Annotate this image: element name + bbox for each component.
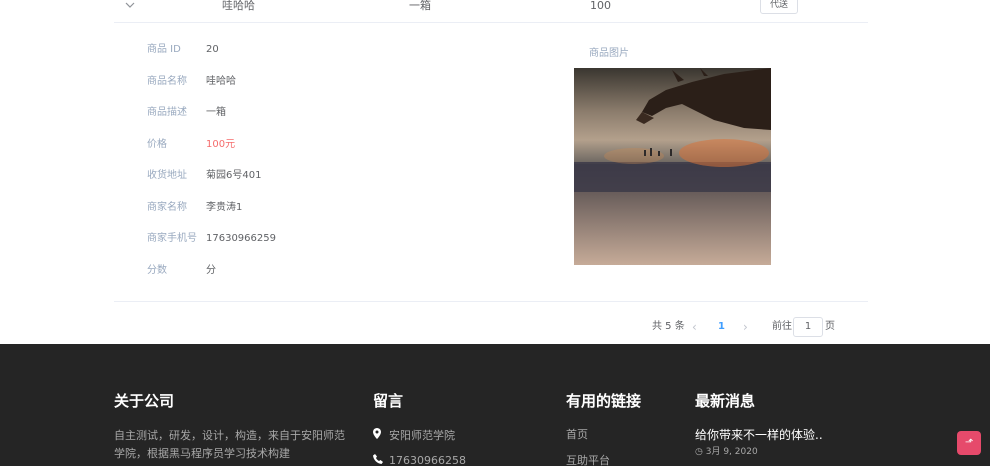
field-value-address: 菊园6号401 <box>206 170 262 181</box>
row-description: 一箱 <box>409 0 431 12</box>
field-value-id: 20 <box>206 44 219 55</box>
field-label-price: 价格 <box>147 139 167 150</box>
footer-address: 安阳师范学院 <box>373 428 455 444</box>
footer-links-title: 有用的链接 <box>566 392 642 410</box>
field-value-phone: 17630966259 <box>206 233 276 244</box>
deliver-button[interactable]: 代送 <box>760 0 799 14</box>
chevron-right-icon[interactable]: › <box>743 317 748 337</box>
pagination-page-suffix: 页 <box>825 321 835 332</box>
row-price: 100 <box>590 0 611 12</box>
product-image-label: 商品图片 <box>589 48 629 59</box>
field-value-score: 分 <box>206 265 216 276</box>
news-item-title[interactable]: 给你带来不一样的体验.. <box>695 428 823 442</box>
footer-phone: 17630966258 <box>373 454 466 466</box>
field-label-phone: 商家手机号 <box>147 233 197 244</box>
footer-address-text: 安阳师范学院 <box>389 429 455 442</box>
footer-phone-text: 17630966258 <box>389 454 466 466</box>
field-label-id: 商品 ID <box>147 44 181 55</box>
field-label-description: 商品描述 <box>147 107 187 118</box>
clock-icon: ◷ <box>695 447 703 457</box>
news-item-date: ◷ 3月 9, 2020 <box>695 447 758 458</box>
arrow-up-icon: ⬏ <box>964 437 974 448</box>
footer-link-platform[interactable]: 互助平台 <box>566 454 610 466</box>
product-image <box>574 68 771 265</box>
phone-icon <box>373 454 389 466</box>
news-item-date-text: 3月 9, 2020 <box>705 447 758 457</box>
pagination-total: 共 5 条 <box>652 321 685 332</box>
pagination-goto-input[interactable] <box>793 317 823 337</box>
field-label-score: 分数 <box>147 265 167 276</box>
footer-about-text: 自主测试，研发，设计，构造，来自于安阳师范学院，根据黑马程序员学习技术构建 <box>114 429 345 460</box>
chevron-down-icon[interactable] <box>124 0 136 12</box>
pagination-page-1[interactable]: 1 <box>718 317 725 337</box>
field-value-description: 一箱 <box>206 107 226 118</box>
footer-contact-title: 留言 <box>373 392 404 410</box>
field-value-merchant: 李贵涛1 <box>206 202 243 213</box>
back-to-top-button[interactable]: ⬏ <box>957 431 981 455</box>
field-label-address: 收货地址 <box>147 170 187 181</box>
footer-news-title: 最新消息 <box>695 392 756 410</box>
field-value-price: 100元 <box>206 139 236 150</box>
field-value-name: 哇哈哈 <box>206 76 236 87</box>
divider <box>114 301 868 302</box>
table-row[interactable]: 哇哈哈 一箱 100 代送 <box>114 0 868 23</box>
map-pin-icon <box>373 428 389 444</box>
field-label-merchant: 商家名称 <box>147 202 187 213</box>
footer-about-title: 关于公司 <box>114 392 175 410</box>
page: 哇哈哈 一箱 100 代送 商品 ID 20 商品名称 哇哈哈 商品描述 一箱 … <box>0 0 990 466</box>
field-label-name: 商品名称 <box>147 76 187 87</box>
pagination-goto-label: 前往 <box>772 321 792 332</box>
footer: 关于公司 自主测试，研发，设计，构造，来自于安阳师范学院，根据黑马程序员学习技术… <box>0 344 990 466</box>
chevron-left-icon[interactable]: ‹ <box>692 317 697 337</box>
row-name: 哇哈哈 <box>222 0 255 12</box>
footer-link-home[interactable]: 首页 <box>566 428 588 442</box>
